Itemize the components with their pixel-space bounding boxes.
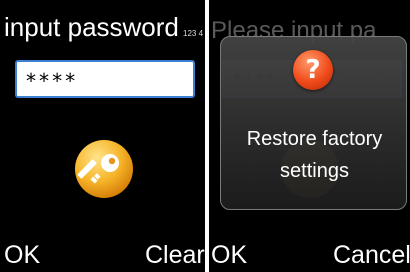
cancel-softkey[interactable]: Cancel (333, 241, 410, 270)
dialog-message-line2: settings (280, 160, 349, 182)
password-screen: input password 123 4 **** OK Clear (0, 0, 205, 272)
confirm-dialog: ? Restore factory settings (220, 36, 407, 210)
ok-softkey[interactable]: OK (211, 241, 247, 270)
key-icon (75, 140, 133, 198)
password-input[interactable]: **** (15, 60, 195, 98)
clear-softkey[interactable]: Clear (145, 241, 205, 270)
dialog-message-line1: Restore factory (246, 128, 383, 150)
restore-confirm-screen: Please input pa **** ? Restore factory s… (209, 0, 410, 272)
screen-title: input password (4, 12, 179, 42)
input-method-indicator: 123 4 (183, 29, 204, 38)
dialog-message: Restore factory settings (221, 123, 408, 187)
ok-softkey[interactable]: OK (4, 241, 40, 270)
question-mark-icon: ? (293, 50, 333, 90)
